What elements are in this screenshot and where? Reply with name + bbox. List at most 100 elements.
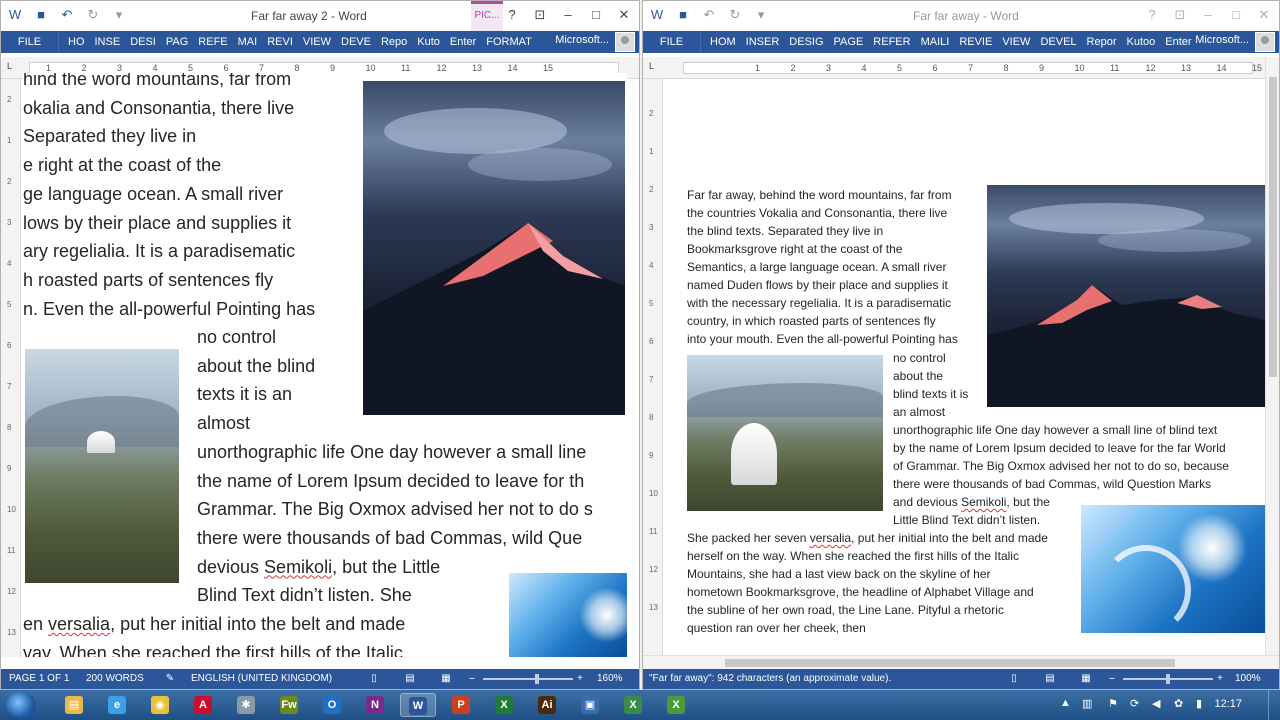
print-layout-icon[interactable]: ▤ <box>1043 672 1057 686</box>
zoom-in-icon[interactable]: + <box>573 672 587 686</box>
file-tab[interactable]: FILE <box>1 31 59 53</box>
taskbar-excel-icon[interactable]: X <box>486 693 522 717</box>
zoom-slider[interactable] <box>1123 674 1213 684</box>
zoom-level[interactable]: 160% <box>597 673 623 684</box>
vertical-ruler[interactable]: 2 1 2 3 4 5 6 7 8 9 10 11 12 13 <box>1 79 21 657</box>
misspelled-word[interactable]: Semikoli <box>264 557 332 577</box>
ribbon-tab[interactable]: PAG <box>161 36 193 48</box>
zoom-out-icon[interactable]: – <box>1105 672 1119 686</box>
ribbon-tab[interactable]: HO <box>63 36 90 48</box>
ribbon-tab[interactable]: Kutoo <box>1122 36 1161 48</box>
language-indicator[interactable]: ENGLISH (UNITED KINGDOM) <box>191 673 332 684</box>
web-layout-icon[interactable]: ▦ <box>439 672 453 686</box>
tab-selector-icon[interactable]: L <box>649 61 659 71</box>
ribbon-tab[interactable]: REVI <box>262 36 298 48</box>
misspelled-word[interactable]: Semikoli <box>961 495 1006 509</box>
zoom-slider-thumb[interactable] <box>534 674 539 684</box>
ribbon-tab[interactable]: Enter <box>1160 36 1196 48</box>
read-mode-icon[interactable]: ▯ <box>1007 672 1021 686</box>
horizontal-scrollbar-thumb[interactable] <box>725 659 1175 667</box>
save-icon[interactable]: ■ <box>675 7 691 23</box>
maximize-button[interactable]: □ <box>1225 5 1247 25</box>
horizontal-ruler[interactable]: L 1 2 3 4 5 6 7 8 9 10 11 12 13 14 15 <box>643 57 1279 79</box>
taskbar-word-icon[interactable]: W <box>400 693 436 717</box>
zoom-slider[interactable] <box>483 674 573 684</box>
ribbon-tab[interactable]: REFER <box>868 36 915 48</box>
taskbar-fw-icon[interactable]: Fw <box>271 693 307 717</box>
ribbon-tab[interactable]: DESIG <box>784 36 828 48</box>
tray-arrow-icon[interactable]: ▲ <box>1060 697 1071 709</box>
flag-icon[interactable]: ⚑ <box>1108 697 1118 710</box>
help-button[interactable]: ? <box>501 5 523 25</box>
document-page[interactable]: Far far away, behind the word mountains,… <box>675 83 1265 643</box>
zoom-slider-thumb[interactable] <box>1166 674 1170 684</box>
ribbon-tab[interactable]: PAGE <box>829 36 869 48</box>
taskbar-illustrator-icon[interactable]: Ai <box>529 693 565 717</box>
ribbon-display-icon[interactable]: ⊡ <box>1169 5 1191 25</box>
close-button[interactable]: ✕ <box>613 5 635 25</box>
web-layout-icon[interactable]: ▦ <box>1079 672 1093 686</box>
start-button[interactable] <box>6 692 36 718</box>
taskbar-powerpoint-icon[interactable]: P <box>443 693 479 717</box>
vertical-scrollbar[interactable] <box>1265 57 1279 657</box>
help-button[interactable]: ? <box>1141 5 1163 25</box>
clock[interactable]: 12:17 <box>1214 698 1242 710</box>
ribbon-tab[interactable]: VIEW <box>298 36 336 48</box>
ribbon-tab[interactable]: Kuto <box>412 36 445 48</box>
taskbar-outlook-icon[interactable]: O <box>314 693 350 717</box>
tray-app-icon[interactable]: ✿ <box>1174 697 1183 710</box>
account-name[interactable]: Microsoft... <box>555 34 609 46</box>
ribbon-tab[interactable]: Repor <box>1082 36 1122 48</box>
maximize-button[interactable]: □ <box>585 5 607 25</box>
taskbar-ie-icon[interactable]: e <box>99 693 135 717</box>
customize-qat-icon[interactable]: ▾ <box>111 7 127 23</box>
avatar[interactable] <box>615 32 635 52</box>
avatar[interactable] <box>1255 32 1275 52</box>
ribbon-tab[interactable]: INSE <box>90 36 126 48</box>
zoom-out-icon[interactable]: – <box>465 672 479 686</box>
minimize-button[interactable]: – <box>1197 5 1219 25</box>
ribbon-tab[interactable]: FORMAT <box>481 36 537 48</box>
file-tab[interactable]: FILE <box>643 31 701 53</box>
volume-icon[interactable]: ◀ <box>1152 697 1160 710</box>
close-button[interactable]: ✕ <box>1253 5 1275 25</box>
ribbon-tab[interactable]: REVIE <box>954 36 997 48</box>
save-icon[interactable]: ■ <box>33 7 49 23</box>
network-icon[interactable]: ▥ <box>1082 697 1092 710</box>
taskbar-remote-icon[interactable]: ▣ <box>572 693 608 717</box>
ribbon-tab[interactable]: INSER <box>741 36 785 48</box>
undo-icon[interactable]: ↶ <box>59 7 75 23</box>
show-desktop-button[interactable] <box>1268 690 1280 720</box>
taskbar-acrobat-icon[interactable]: A <box>185 693 221 717</box>
ribbon-tab[interactable]: VIEW <box>997 36 1035 48</box>
undo-icon[interactable]: ↶ <box>701 7 717 23</box>
print-layout-icon[interactable]: ▤ <box>403 672 417 686</box>
redo-icon[interactable]: ↻ <box>727 7 743 23</box>
vertical-scrollbar-thumb[interactable] <box>1269 77 1277 377</box>
taskbar-explorer-icon[interactable]: ▤ <box>56 693 92 717</box>
account-name[interactable]: Microsoft... <box>1195 34 1249 46</box>
taskbar-onenote-icon[interactable]: N <box>357 693 393 717</box>
misspelled-word[interactable]: versalia <box>810 531 851 545</box>
ribbon-tab[interactable]: DESI <box>125 36 161 48</box>
ribbon-tab[interactable]: MAI <box>233 36 263 48</box>
zoom-level[interactable]: 100% <box>1235 673 1261 684</box>
misspelled-word[interactable]: versalia <box>48 614 110 634</box>
taskbar-chrome-icon[interactable]: ◉ <box>142 693 178 717</box>
customize-qat-icon[interactable]: ▾ <box>753 7 769 23</box>
signal-icon[interactable]: ▮ <box>1196 697 1202 710</box>
ribbon-tab[interactable]: DEVE <box>336 36 376 48</box>
vertical-ruler[interactable]: 2 1 2 3 4 5 6 7 8 9 10 11 12 13 <box>643 79 663 657</box>
page-count[interactable]: PAGE 1 OF 1 <box>9 673 69 684</box>
ribbon-tab[interactable]: Enter <box>445 36 481 48</box>
proofing-icon[interactable]: ✎ <box>163 672 177 686</box>
read-mode-icon[interactable]: ▯ <box>367 672 381 686</box>
ribbon-tab[interactable]: REFE <box>193 36 232 48</box>
zoom-in-icon[interactable]: + <box>1213 672 1227 686</box>
tab-selector-icon[interactable]: L <box>7 61 17 71</box>
minimize-button[interactable]: – <box>557 5 579 25</box>
horizontal-scrollbar[interactable] <box>643 655 1279 669</box>
redo-icon[interactable]: ↻ <box>85 7 101 23</box>
ribbon-tab[interactable]: MAILI <box>916 36 955 48</box>
taskbar-tool-icon[interactable]: ✱ <box>228 693 264 717</box>
